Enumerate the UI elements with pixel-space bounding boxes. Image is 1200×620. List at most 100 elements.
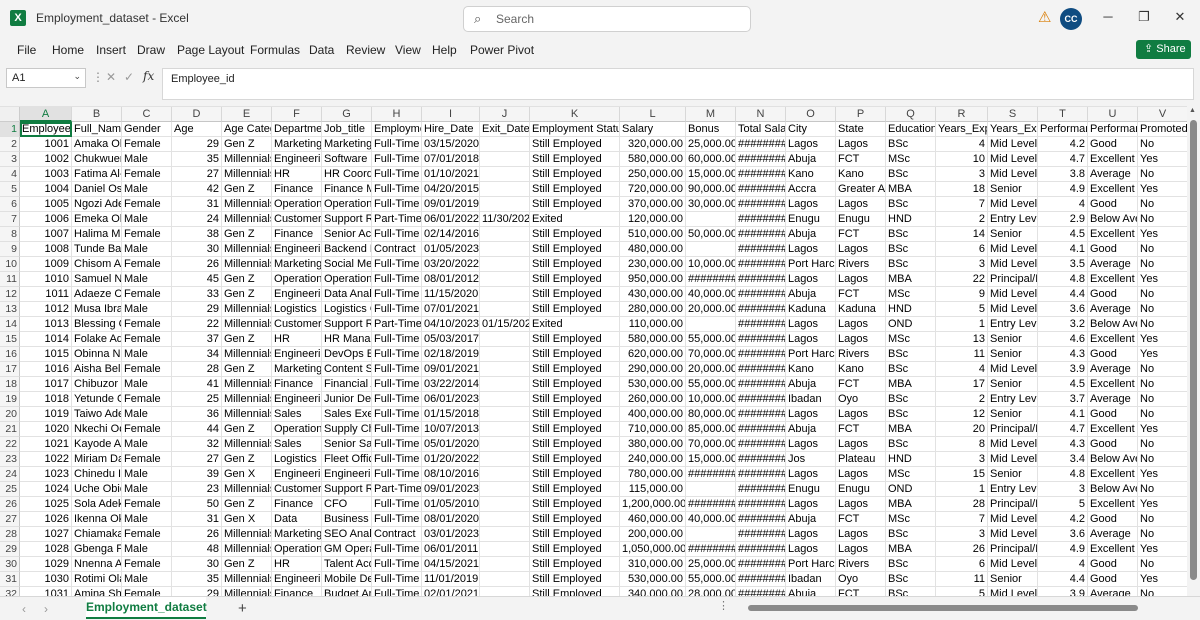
- cell[interactable]: Senior Acc: [322, 227, 372, 242]
- cell[interactable]: 1013: [20, 317, 72, 332]
- cell[interactable]: [480, 497, 530, 512]
- cell[interactable]: 03/22/2014: [422, 377, 480, 392]
- column-header-a[interactable]: A: [20, 107, 72, 122]
- cell[interactable]: 70,000.00: [686, 437, 736, 452]
- cell[interactable]: Lagos: [836, 197, 886, 212]
- cell[interactable]: 7: [936, 512, 988, 527]
- cell[interactable]: [480, 242, 530, 257]
- cell[interactable]: Accra: [786, 182, 836, 197]
- cell[interactable]: CFO: [322, 497, 372, 512]
- prev-sheet-icon[interactable]: ‹: [22, 602, 26, 616]
- cell[interactable]: Halima Mu: [72, 227, 122, 242]
- cell[interactable]: 6: [936, 557, 988, 572]
- cell[interactable]: 9: [936, 287, 988, 302]
- cell[interactable]: 400,000.00: [620, 407, 686, 422]
- cell[interactable]: [480, 572, 530, 587]
- cell[interactable]: 1028: [20, 542, 72, 557]
- cell[interactable]: Lagos: [786, 542, 836, 557]
- cell[interactable]: Daniel Ose: [72, 182, 122, 197]
- row-header[interactable]: 14: [0, 317, 20, 332]
- cell[interactable]: [480, 422, 530, 437]
- cell[interactable]: Still Employed: [530, 557, 620, 572]
- cell[interactable]: 530,000.00: [620, 377, 686, 392]
- cell[interactable]: Full-Time: [372, 197, 422, 212]
- cell[interactable]: Logistics C: [322, 302, 372, 317]
- header-cell[interactable]: Promoted: [1138, 122, 1188, 137]
- header-cell[interactable]: Full_Name: [72, 122, 122, 137]
- cell[interactable]: Lagos: [836, 137, 886, 152]
- cell[interactable]: Finance: [272, 497, 322, 512]
- cell[interactable]: Average: [1088, 527, 1138, 542]
- cell[interactable]: 3: [936, 167, 988, 182]
- cell[interactable]: Yes: [1138, 422, 1188, 437]
- cell[interactable]: Principal/L: [988, 542, 1038, 557]
- cell[interactable]: 230,000.00: [620, 257, 686, 272]
- cell[interactable]: 200,000.00: [620, 527, 686, 542]
- cell[interactable]: Lagos: [836, 527, 886, 542]
- cell[interactable]: Gen X: [222, 512, 272, 527]
- cell[interactable]: Port Harco: [786, 557, 836, 572]
- cell[interactable]: Principal/L: [988, 272, 1038, 287]
- cell[interactable]: No: [1138, 167, 1188, 182]
- column-header-d[interactable]: D: [172, 107, 222, 122]
- cell[interactable]: Millennials: [222, 407, 272, 422]
- cell[interactable]: ########: [736, 242, 786, 257]
- cell[interactable]: [480, 332, 530, 347]
- cell[interactable]: Kaduna: [836, 302, 886, 317]
- row-header[interactable]: 10: [0, 257, 20, 272]
- cell[interactable]: Sales: [272, 437, 322, 452]
- cell[interactable]: Lagos: [836, 407, 886, 422]
- cancel-icon[interactable]: ✕: [106, 70, 116, 84]
- row-header[interactable]: 4: [0, 167, 20, 182]
- cell[interactable]: Port Harco: [786, 257, 836, 272]
- cell[interactable]: 1: [936, 482, 988, 497]
- cell[interactable]: Gen Z: [222, 497, 272, 512]
- cell[interactable]: Yes: [1138, 467, 1188, 482]
- cell[interactable]: ########: [736, 152, 786, 167]
- cell[interactable]: Senior: [988, 347, 1038, 362]
- cell[interactable]: ########: [736, 392, 786, 407]
- cell[interactable]: Finance: [272, 227, 322, 242]
- header-cell[interactable]: Years_Expe: [988, 122, 1038, 137]
- cell[interactable]: Kaduna: [786, 302, 836, 317]
- cell[interactable]: 4.8: [1038, 272, 1088, 287]
- menu-formulas[interactable]: Formulas: [250, 43, 300, 57]
- cell[interactable]: Full-Time: [372, 452, 422, 467]
- cell[interactable]: Nkechi Od: [72, 422, 122, 437]
- cell[interactable]: Still Employed: [530, 377, 620, 392]
- row-header[interactable]: 1: [0, 122, 20, 137]
- cell[interactable]: No: [1138, 587, 1188, 596]
- row-header[interactable]: 30: [0, 557, 20, 572]
- row-header[interactable]: 16: [0, 347, 20, 362]
- cell[interactable]: 11: [936, 347, 988, 362]
- cell[interactable]: 85,000.00: [686, 422, 736, 437]
- cell[interactable]: Good: [1088, 197, 1138, 212]
- cell[interactable]: Abuja: [786, 512, 836, 527]
- cell[interactable]: 1012: [20, 302, 72, 317]
- cell[interactable]: Average: [1088, 167, 1138, 182]
- row-header[interactable]: 17: [0, 362, 20, 377]
- cell[interactable]: Female: [122, 527, 172, 542]
- cell[interactable]: Male: [122, 212, 172, 227]
- cell[interactable]: 22: [936, 272, 988, 287]
- cell[interactable]: ########: [736, 377, 786, 392]
- cell[interactable]: Good: [1088, 437, 1138, 452]
- cell[interactable]: 1015: [20, 347, 72, 362]
- cell[interactable]: Principal/L: [988, 422, 1038, 437]
- cell[interactable]: 06/01/2023: [422, 392, 480, 407]
- header-cell[interactable]: Education_: [886, 122, 936, 137]
- cell[interactable]: Marketing: [272, 527, 322, 542]
- cell[interactable]: Mid Level: [988, 557, 1038, 572]
- cell[interactable]: Oyo: [836, 392, 886, 407]
- cell[interactable]: 17: [936, 377, 988, 392]
- cell[interactable]: Ngozi Adey: [72, 197, 122, 212]
- cell[interactable]: No: [1138, 242, 1188, 257]
- cell[interactable]: 1002: [20, 152, 72, 167]
- header-cell[interactable]: Age: [172, 122, 222, 137]
- cell[interactable]: Male: [122, 542, 172, 557]
- cell[interactable]: Logistics: [272, 452, 322, 467]
- cell[interactable]: Yes: [1138, 572, 1188, 587]
- cell[interactable]: 580,000.00: [620, 332, 686, 347]
- cell[interactable]: ########: [736, 302, 786, 317]
- cell[interactable]: Female: [122, 137, 172, 152]
